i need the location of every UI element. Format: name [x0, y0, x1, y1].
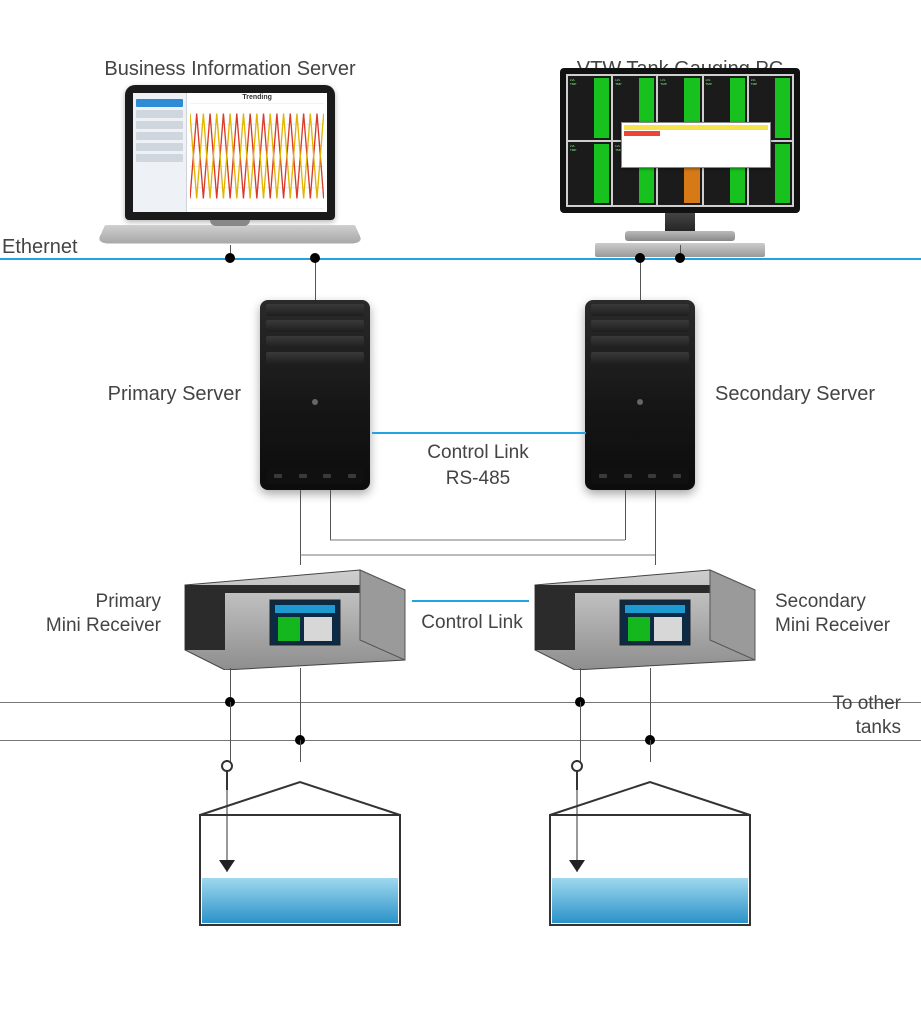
node-dot — [635, 253, 645, 263]
label-primary-receiver: PrimaryMini Receiver — [46, 590, 161, 638]
trend-chart — [190, 103, 324, 209]
laptop-business-info: Trending — [105, 85, 355, 255]
laptop-chart-title: Trending — [187, 94, 327, 101]
label-to-other-tanks: To othertanks — [832, 692, 901, 740]
label-primary-server: Primary Server — [108, 383, 241, 406]
tank-right-icon — [545, 760, 755, 930]
label-ethernet: Ethernet — [2, 236, 78, 259]
node-dot — [675, 253, 685, 263]
bus-control-link-2 — [412, 600, 529, 602]
bus-control-link-rs485 — [372, 432, 586, 434]
secondary-server-icon — [585, 300, 695, 490]
bus-tank-b — [0, 740, 921, 741]
node-dot — [225, 253, 235, 263]
label-bis: Business Information Server — [104, 58, 355, 81]
diagram-canvas: Business Information Server VTW Tank Gau… — [0, 0, 921, 1024]
bus-ethernet — [0, 258, 921, 260]
label-control-link: Control Link — [427, 442, 528, 464]
bus-tank-a — [0, 702, 921, 703]
node-dot — [310, 253, 320, 263]
primary-receiver-icon — [180, 565, 410, 670]
label-control-link-2: Control Link — [421, 612, 522, 634]
label-secondary-server: Secondary Server — [715, 383, 875, 406]
secondary-receiver-icon — [530, 565, 760, 670]
tank-left-icon — [195, 760, 405, 930]
primary-server-icon — [260, 300, 370, 490]
label-rs485: RS-485 — [446, 468, 510, 490]
label-secondary-receiver: SecondaryMini Receiver — [775, 590, 890, 638]
monitor-vtw: LVLTMP LVLTMP LVLTMP LVLTMP LVLTMP LVLTM… — [555, 68, 805, 258]
